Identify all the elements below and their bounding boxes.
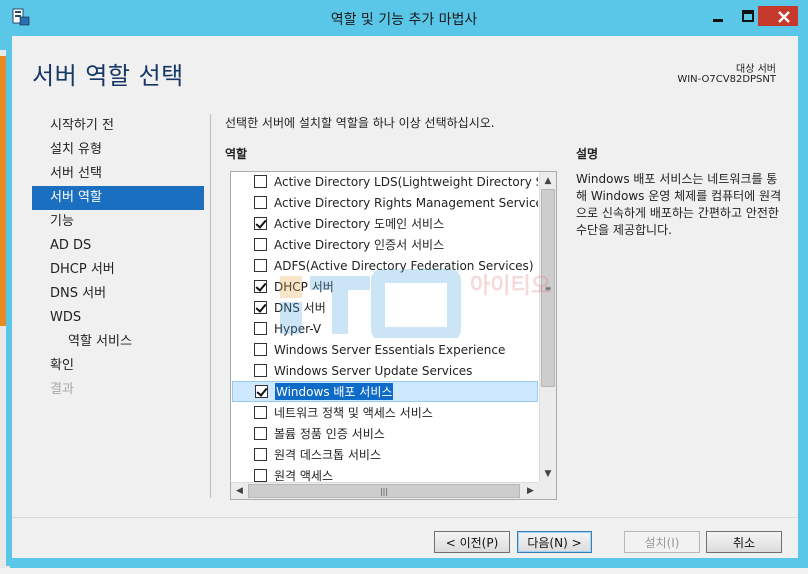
nav-item-server-roles[interactable]: 서버 역할 xyxy=(32,186,204,210)
maximize-button[interactable] xyxy=(728,6,756,26)
nav-item-installation-type[interactable]: 설치 유형 xyxy=(32,138,204,162)
role-label: 원격 데스크톱 서비스 xyxy=(274,448,381,462)
role-checkbox[interactable] xyxy=(254,238,267,251)
role-checkbox[interactable] xyxy=(254,427,267,440)
role-checkbox[interactable] xyxy=(254,406,267,419)
role-checkbox[interactable] xyxy=(254,280,267,293)
nav-item-results: 결과 xyxy=(50,382,74,397)
role-label: Active Directory LDS(Lightweight Directo… xyxy=(274,174,538,189)
previous-button[interactable]: < 이전(P) xyxy=(434,531,510,553)
destination-server-label: 대상 서버 xyxy=(736,64,776,75)
role-label: ADFS(Active Directory Federation Service… xyxy=(274,258,534,273)
role-label: 원격 액세스 xyxy=(274,469,334,482)
scroll-down-arrow-icon[interactable]: ▼ xyxy=(540,465,556,482)
role-checkbox[interactable] xyxy=(254,343,267,356)
role-checkbox[interactable] xyxy=(254,259,267,272)
next-button[interactable]: 다음(N) > xyxy=(517,531,592,553)
role-label: 네트워크 정책 및 액세스 서비스 xyxy=(274,406,433,420)
role-essentials-experience[interactable]: Windows Server Essentials Experience xyxy=(232,339,538,360)
role-wsus[interactable]: Windows Server Update Services xyxy=(232,360,538,381)
minimize-button[interactable] xyxy=(698,6,726,26)
role-ad-rms[interactable]: Active Directory Rights Management Servi… xyxy=(232,192,538,213)
role-ad-cs[interactable]: Active Directory 인증서 서비스 xyxy=(232,234,538,255)
role-label: Windows 배포 서비스 xyxy=(275,383,394,400)
nav-item-server-selection[interactable]: 서버 선택 xyxy=(32,162,204,186)
role-dhcp-server[interactable]: DHCP 서버 xyxy=(232,276,538,297)
role-checkbox[interactable] xyxy=(254,175,267,188)
role-label: 볼륨 정품 인증 서비스 xyxy=(274,427,385,441)
role-checkbox[interactable] xyxy=(254,196,267,209)
role-ad-ds[interactable]: Active Directory 도메인 서비스 xyxy=(232,213,538,234)
window-title: 역할 및 기능 추가 마법사 xyxy=(330,12,478,28)
role-windows-deployment-services[interactable]: Windows 배포 서비스 xyxy=(232,381,538,402)
role-hyper-v[interactable]: Hyper-V xyxy=(232,318,538,339)
nav-item-features[interactable]: 기능 xyxy=(32,210,204,234)
role-label: Hyper-V xyxy=(274,321,322,336)
roles-vertical-scrollbar[interactable]: ▲ ≡ ▼ xyxy=(539,172,556,482)
nav-item-dns-server[interactable]: DNS 서버 xyxy=(32,282,204,306)
wizard-content: 서버 역할 선택 대상 서버 WIN-O7CV82DPSNT 시작하기 전 설치… xyxy=(12,36,798,558)
role-label: DNS 서버 xyxy=(274,301,326,315)
instruction-text: 선택한 서버에 설치할 역할을 하나 이상 선택하십시오. xyxy=(225,116,495,130)
role-checkbox[interactable] xyxy=(254,217,267,230)
nav-item-confirmation[interactable]: 확인 xyxy=(32,354,204,378)
role-checkbox[interactable] xyxy=(254,364,267,377)
close-icon xyxy=(778,11,790,23)
horizontal-scroll-thumb[interactable]: ||| xyxy=(248,484,520,498)
role-network-policy[interactable]: 네트워크 정책 및 액세스 서비스 xyxy=(232,402,538,423)
role-checkbox[interactable] xyxy=(254,448,267,461)
role-remote-access[interactable]: 원격 액세스 xyxy=(232,465,538,482)
role-checkbox[interactable] xyxy=(254,322,267,335)
nav-item-wds[interactable]: WDS xyxy=(32,306,204,330)
description-heading: 설명 xyxy=(576,147,599,161)
roles-heading: 역할 xyxy=(225,147,248,161)
close-button[interactable] xyxy=(758,6,798,26)
background-desktop-bottom xyxy=(0,568,808,574)
install-button: 설치(I) xyxy=(624,531,700,553)
vertical-scroll-thumb[interactable]: ≡ xyxy=(541,189,555,387)
roles-listbox[interactable]: Active Directory LDS(Lightweight Directo… xyxy=(230,171,557,500)
role-volume-activation[interactable]: 볼륨 정품 인증 서비스 xyxy=(232,423,538,444)
role-label: Windows Server Essentials Experience xyxy=(274,342,506,357)
role-checkbox[interactable] xyxy=(254,301,267,314)
role-label: Active Directory 도메인 서비스 xyxy=(274,217,445,231)
role-checkbox[interactable] xyxy=(254,469,267,482)
nav-item-dhcp-server[interactable]: DHCP 서버 xyxy=(32,258,204,282)
role-label: Active Directory 인증서 서비스 xyxy=(274,238,445,252)
scroll-up-arrow-icon[interactable]: ▲ xyxy=(540,172,556,189)
role-remote-desktop[interactable]: 원격 데스크톱 서비스 xyxy=(232,444,538,465)
nav-item-ad-ds[interactable]: AD DS xyxy=(32,234,204,258)
scrollbar-corner xyxy=(539,482,556,499)
scroll-right-arrow-icon[interactable]: ▶ xyxy=(522,483,539,499)
scroll-left-arrow-icon[interactable]: ◀ xyxy=(231,483,248,499)
nav-item-role-services[interactable]: 역할 서비스 xyxy=(32,330,204,354)
nav-item-before-you-begin[interactable]: 시작하기 전 xyxy=(32,114,204,138)
role-label: DHCP 서버 xyxy=(274,280,334,294)
role-dns-server[interactable]: DNS 서버 xyxy=(232,297,538,318)
role-checkbox[interactable] xyxy=(255,385,268,398)
description-text: Windows 배포 서비스는 네트워크를 통해 Windows 운영 체제를 … xyxy=(576,172,782,237)
cancel-button[interactable]: 취소 xyxy=(706,531,782,553)
footer-separator xyxy=(12,517,798,518)
role-label: Active Directory Rights Management Servi… xyxy=(274,195,538,210)
wizard-window: 역할 및 기능 추가 마법사 서버 역할 선택 대상 서버 WIN-O7CV82… xyxy=(6,0,802,566)
role-adfs[interactable]: ADFS(Active Directory Federation Service… xyxy=(232,255,538,276)
destination-server-name: WIN-O7CV82DPSNT xyxy=(677,74,776,85)
nav-divider xyxy=(210,114,211,498)
role-ad-lds[interactable]: Active Directory LDS(Lightweight Directo… xyxy=(232,172,538,192)
wizard-step-nav: 시작하기 전 설치 유형 서버 선택 서버 역할 기능 AD DS DHCP 서… xyxy=(32,114,204,402)
roles-list-items: Active Directory LDS(Lightweight Directo… xyxy=(231,172,539,482)
role-label: Windows Server Update Services xyxy=(274,363,473,378)
page-title: 서버 역할 선택 xyxy=(32,62,184,90)
title-bar[interactable]: 역할 및 기능 추가 마법사 xyxy=(6,0,802,36)
roles-horizontal-scrollbar[interactable]: ◀ ||| ▶ xyxy=(231,482,539,499)
